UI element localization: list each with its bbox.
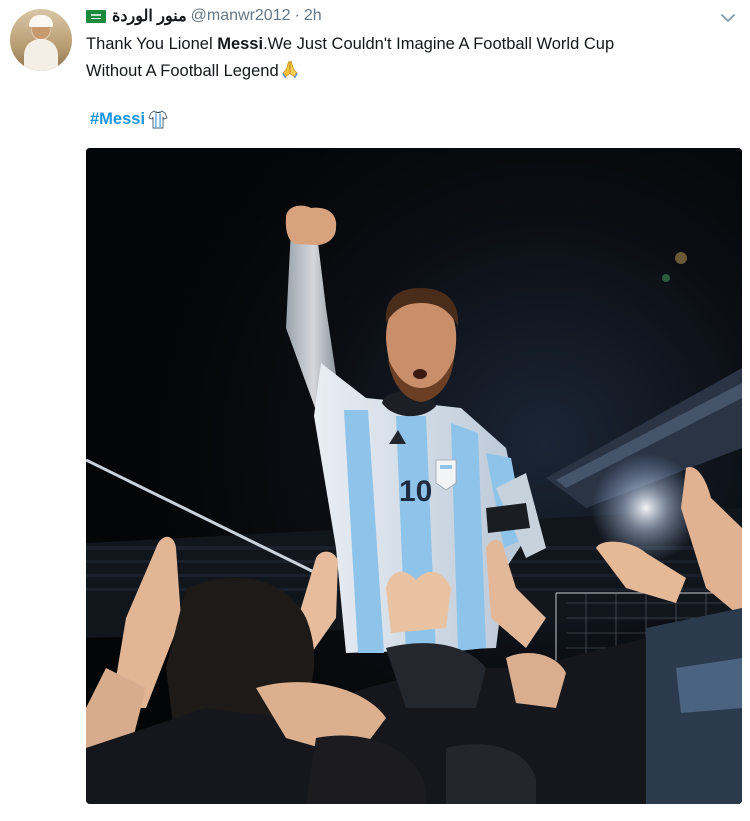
user-handle[interactable]: @manwr2012	[191, 7, 291, 25]
tweet-timestamp[interactable]: 2h	[304, 7, 322, 25]
folded-hands-icon	[281, 61, 298, 79]
tweet-header: منور الوردة @manwr2012 · 2h	[86, 5, 322, 27]
tweet-text-segment: .We Just Couldn't Imagine A Football Wor…	[263, 35, 615, 53]
tweet-menu-button[interactable]	[720, 10, 736, 26]
tweet-text-line-2: Without A Football Legend	[86, 58, 726, 85]
argentina-jersey-icon	[148, 110, 168, 129]
tweet-text: Thank You Lionel Messi.We Just Couldn't …	[86, 31, 726, 85]
tweet-text-bold: Messi	[217, 35, 264, 53]
photo-messi-lifted-by-crowd: 10	[86, 148, 742, 804]
user-display-name[interactable]: منور الوردة	[112, 6, 187, 26]
hashtag-link[interactable]: #Messi	[90, 110, 145, 129]
avatar-headscarf	[29, 15, 53, 27]
saudi-flag-icon	[86, 9, 106, 23]
hashtag-row: #Messi	[90, 107, 169, 131]
user-avatar[interactable]	[10, 9, 72, 71]
tweet-photo[interactable]: 10	[86, 148, 742, 804]
chevron-down-icon	[721, 14, 735, 22]
tweet-text-segment: Thank You Lionel	[86, 35, 218, 53]
tweet-card[interactable]: منور الوردة @manwr2012 · 2h Thank You Li…	[0, 0, 750, 821]
tweet-text-segment: Without A Football Legend	[86, 62, 279, 80]
avatar-figure-body	[24, 39, 58, 71]
jersey-number: 10	[399, 475, 432, 508]
tweet-text-line-1: Thank You Lionel Messi.We Just Couldn't …	[86, 31, 726, 58]
meta-separator: ·	[294, 7, 300, 24]
